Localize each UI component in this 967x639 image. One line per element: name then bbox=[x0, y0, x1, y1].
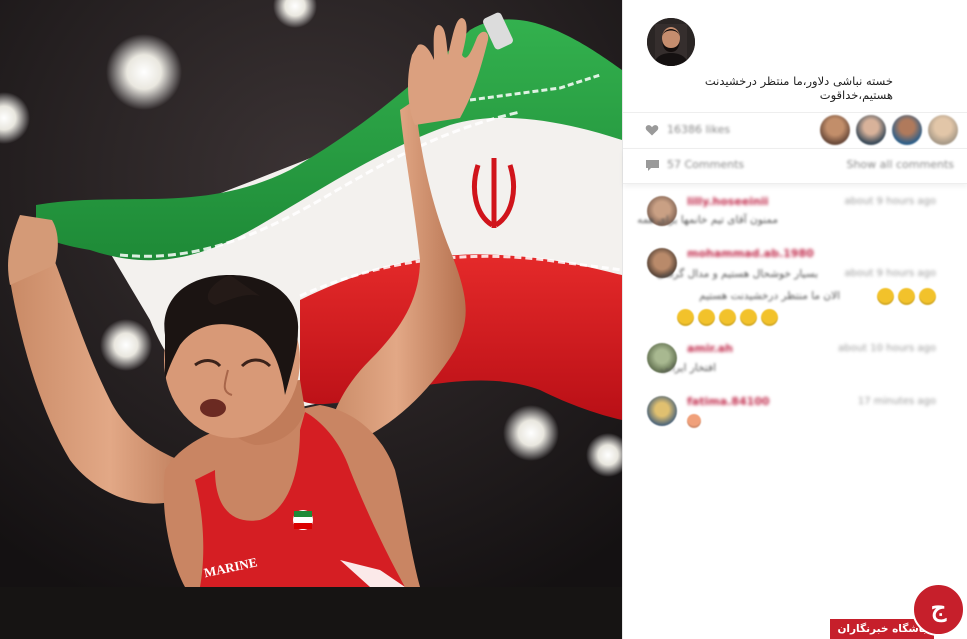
smiley-emoji-icon bbox=[761, 309, 778, 326]
smiley-emoji-icon bbox=[877, 288, 894, 305]
photo-bottom-strip bbox=[0, 587, 622, 639]
post-caption: خسته نباشی دلاور،ما منتظر درخشیدنت هستیم… bbox=[704, 74, 893, 102]
comment-username[interactable]: amir.ah bbox=[687, 342, 733, 355]
emoji-icon bbox=[687, 414, 701, 428]
comment-item: amir.ah about 10 hours ago افتخار ایرانی bbox=[623, 335, 967, 385]
comment-item: mohammad.ab.1980 about 9 hours ago بسیار… bbox=[623, 240, 967, 332]
show-all-comments-link[interactable]: Show all comments bbox=[846, 158, 954, 171]
comments-count: 57 Comments bbox=[667, 158, 745, 171]
comment-time: about 10 hours ago bbox=[838, 343, 936, 354]
smiley-emoji-icon bbox=[698, 309, 715, 326]
comment-bubble-icon bbox=[646, 160, 659, 171]
likes-row[interactable]: 16386 likes bbox=[623, 112, 967, 149]
comment-time: 17 minutes ago bbox=[857, 396, 936, 407]
liker-avatar[interactable] bbox=[820, 115, 850, 145]
avatar-portrait-icon bbox=[647, 18, 695, 66]
comment-username[interactable]: fatima.84100 bbox=[687, 395, 770, 408]
comment-text: افتخار ایرانی bbox=[660, 362, 716, 374]
emoji-row bbox=[677, 309, 778, 326]
smiley-emoji-icon bbox=[898, 288, 915, 305]
site-logo-icon: ج bbox=[912, 583, 965, 636]
wrestler-photo: MARINE bbox=[0, 0, 622, 587]
smiley-emoji-icon bbox=[677, 309, 694, 326]
site-watermark: باشگاه خبرنگاران ج bbox=[830, 583, 967, 639]
author-avatar[interactable] bbox=[647, 18, 695, 66]
comment-username[interactable]: lilly.hoseeinii bbox=[687, 195, 768, 208]
comment-username[interactable]: mohammad.ab.1980 bbox=[687, 247, 814, 260]
comment-item: fatima.84100 17 minutes ago bbox=[623, 388, 967, 438]
comment-text-line2: الان ما منتظر درخشیدنت هستیم bbox=[699, 290, 840, 302]
post-details-panel: خسته نباشی دلاور،ما منتظر درخشیدنت هستیم… bbox=[622, 0, 967, 639]
comment-text: بسیار خوشحال هستیم و مدال گرفتی bbox=[656, 268, 818, 280]
comment-item: lilly.hoseeinii about 9 hours ago ممنون … bbox=[623, 188, 967, 238]
heart-icon[interactable] bbox=[645, 123, 659, 137]
smiley-emoji-icon bbox=[719, 309, 736, 326]
emoji-row bbox=[877, 288, 936, 305]
comments-summary-row: 57 Comments Show all comments bbox=[623, 148, 967, 184]
smiley-emoji-icon bbox=[919, 288, 936, 305]
smiley-emoji-icon bbox=[740, 309, 757, 326]
likes-count: 16386 likes bbox=[667, 123, 731, 136]
post-photo[interactable]: MARINE bbox=[0, 0, 622, 587]
comment-time: about 9 hours ago bbox=[844, 268, 936, 279]
liker-avatar[interactable] bbox=[928, 115, 958, 145]
comment-text: ممنون آقای تیم خانمها برای همه bbox=[637, 214, 778, 226]
commenter-avatar[interactable] bbox=[647, 396, 677, 426]
liker-avatar[interactable] bbox=[856, 115, 886, 145]
logo-letter: ج bbox=[930, 593, 947, 622]
post-header: خسته نباشی دلاور،ما منتظر درخشیدنت هستیم… bbox=[623, 0, 967, 112]
liker-avatar[interactable] bbox=[892, 115, 922, 145]
comment-time: about 9 hours ago bbox=[844, 196, 936, 207]
liker-avatars bbox=[820, 115, 958, 145]
